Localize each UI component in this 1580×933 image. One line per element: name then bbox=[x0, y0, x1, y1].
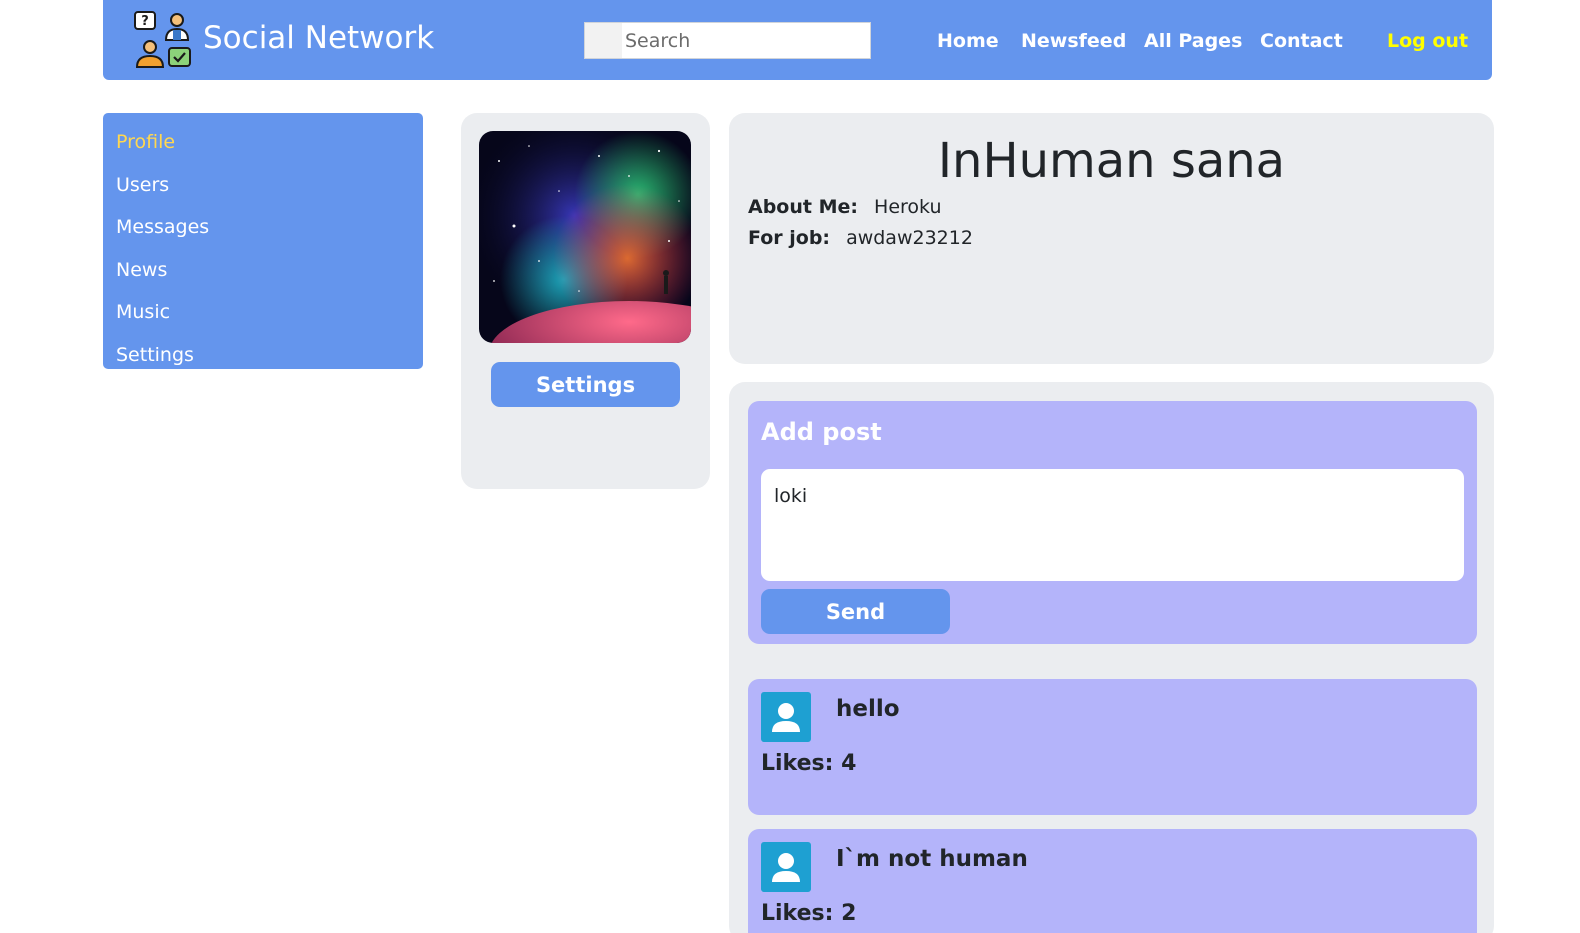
post-text: I`m not human bbox=[836, 846, 1028, 872]
svg-text:?: ? bbox=[141, 14, 149, 29]
posts-container: Add post loki Send hello Likes: 4 I`m no… bbox=[729, 382, 1494, 933]
logout-link[interactable]: Log out bbox=[1387, 30, 1468, 52]
profile-info-card: InHuman sana About Me: Heroku For job: a… bbox=[729, 113, 1494, 364]
sidebar-item-profile[interactable]: Profile bbox=[103, 121, 423, 164]
sidebar-item-news[interactable]: News bbox=[103, 249, 423, 292]
job-value: awdaw23212 bbox=[846, 227, 973, 249]
add-post-panel: Add post loki Send bbox=[748, 401, 1477, 644]
post-item: hello Likes: 4 bbox=[748, 679, 1477, 815]
sidebar-item-settings[interactable]: Settings bbox=[103, 334, 423, 377]
post-text: hello bbox=[836, 696, 900, 722]
user-avatar-icon bbox=[761, 842, 811, 892]
post-item: I`m not human Likes: 2 bbox=[748, 829, 1477, 933]
about-me-label: About Me: bbox=[748, 196, 858, 218]
nav-home-link[interactable]: Home bbox=[937, 30, 999, 52]
about-me-value: Heroku bbox=[874, 196, 942, 218]
post-textarea[interactable]: loki bbox=[761, 469, 1464, 581]
nav-newsfeed-link[interactable]: Newsfeed bbox=[1021, 30, 1126, 52]
brand-title[interactable]: Social Network bbox=[203, 20, 434, 56]
job-label: For job: bbox=[748, 227, 831, 249]
post-likes: Likes: 2 bbox=[761, 901, 857, 926]
about-me-row: About Me: Heroku bbox=[748, 196, 942, 218]
user-avatar-icon bbox=[761, 692, 811, 742]
job-row: For job: awdaw23212 bbox=[748, 227, 973, 249]
sidebar-item-music[interactable]: Music bbox=[103, 291, 423, 334]
send-button[interactable]: Send bbox=[761, 589, 950, 634]
sidebar-item-users[interactable]: Users bbox=[103, 164, 423, 207]
post-likes: Likes: 4 bbox=[761, 751, 857, 776]
top-header: ? Social Network Home Newsfeed All Pages… bbox=[103, 0, 1492, 80]
network-logo-icon[interactable]: ? bbox=[133, 10, 193, 70]
profile-avatar-image bbox=[479, 131, 691, 343]
sidebar-nav: Profile Users Messages News Music Settin… bbox=[103, 113, 423, 369]
profile-name: InHuman sana bbox=[937, 133, 1286, 189]
add-post-title: Add post bbox=[761, 418, 882, 446]
nav-all-pages-link[interactable]: All Pages bbox=[1144, 30, 1242, 52]
search-icon-area bbox=[585, 23, 622, 58]
nav-contact-link[interactable]: Contact bbox=[1260, 30, 1343, 52]
search-box[interactable] bbox=[584, 22, 871, 59]
search-input[interactable] bbox=[622, 23, 870, 58]
avatar-card: Settings bbox=[461, 113, 710, 489]
settings-button[interactable]: Settings bbox=[491, 362, 680, 407]
sidebar-item-messages[interactable]: Messages bbox=[103, 206, 423, 249]
